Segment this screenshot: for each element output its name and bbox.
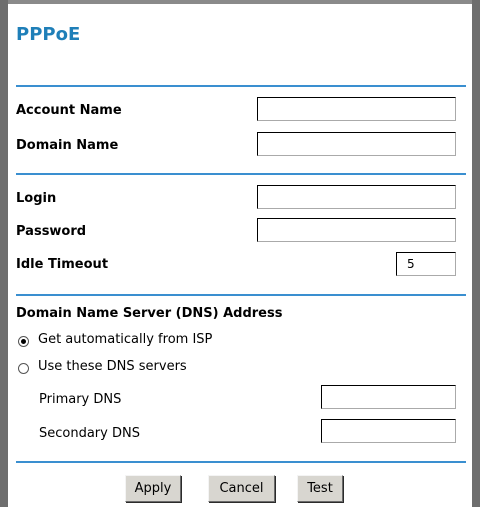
primary-dns-label: Primary DNS (39, 392, 122, 407)
login-input[interactable] (257, 185, 456, 209)
divider (16, 173, 466, 175)
idle-timeout-input[interactable] (396, 252, 456, 276)
dns-manual-label: Use these DNS servers (38, 359, 187, 374)
window-left-frame (0, 0, 8, 507)
page-title: PPPoE (16, 24, 81, 45)
divider (16, 461, 466, 463)
pppoe-settings-form: PPPoE Account Name Domain Name Login Pas… (8, 4, 472, 507)
apply-button[interactable]: Apply (125, 475, 181, 502)
dns-manual-radio[interactable] (18, 363, 29, 374)
domain-name-label: Domain Name (16, 138, 119, 153)
domain-name-input[interactable] (257, 132, 456, 156)
window-right-frame (472, 0, 480, 507)
login-label: Login (16, 191, 57, 206)
cancel-button[interactable]: Cancel (208, 475, 275, 502)
account-name-input[interactable] (257, 97, 456, 121)
divider (16, 85, 466, 87)
dns-auto-radio[interactable] (18, 336, 29, 347)
dns-section-heading: Domain Name Server (DNS) Address (16, 306, 283, 321)
password-label: Password (16, 224, 87, 239)
test-button[interactable]: Test (297, 475, 343, 502)
primary-dns-input[interactable] (321, 385, 456, 409)
dns-auto-label: Get automatically from ISP (38, 332, 213, 347)
secondary-dns-label: Secondary DNS (39, 426, 140, 441)
account-name-label: Account Name (16, 103, 122, 118)
password-input[interactable] (257, 218, 456, 242)
divider (16, 294, 466, 296)
idle-timeout-label: Idle Timeout (16, 257, 109, 272)
secondary-dns-input[interactable] (321, 419, 456, 443)
